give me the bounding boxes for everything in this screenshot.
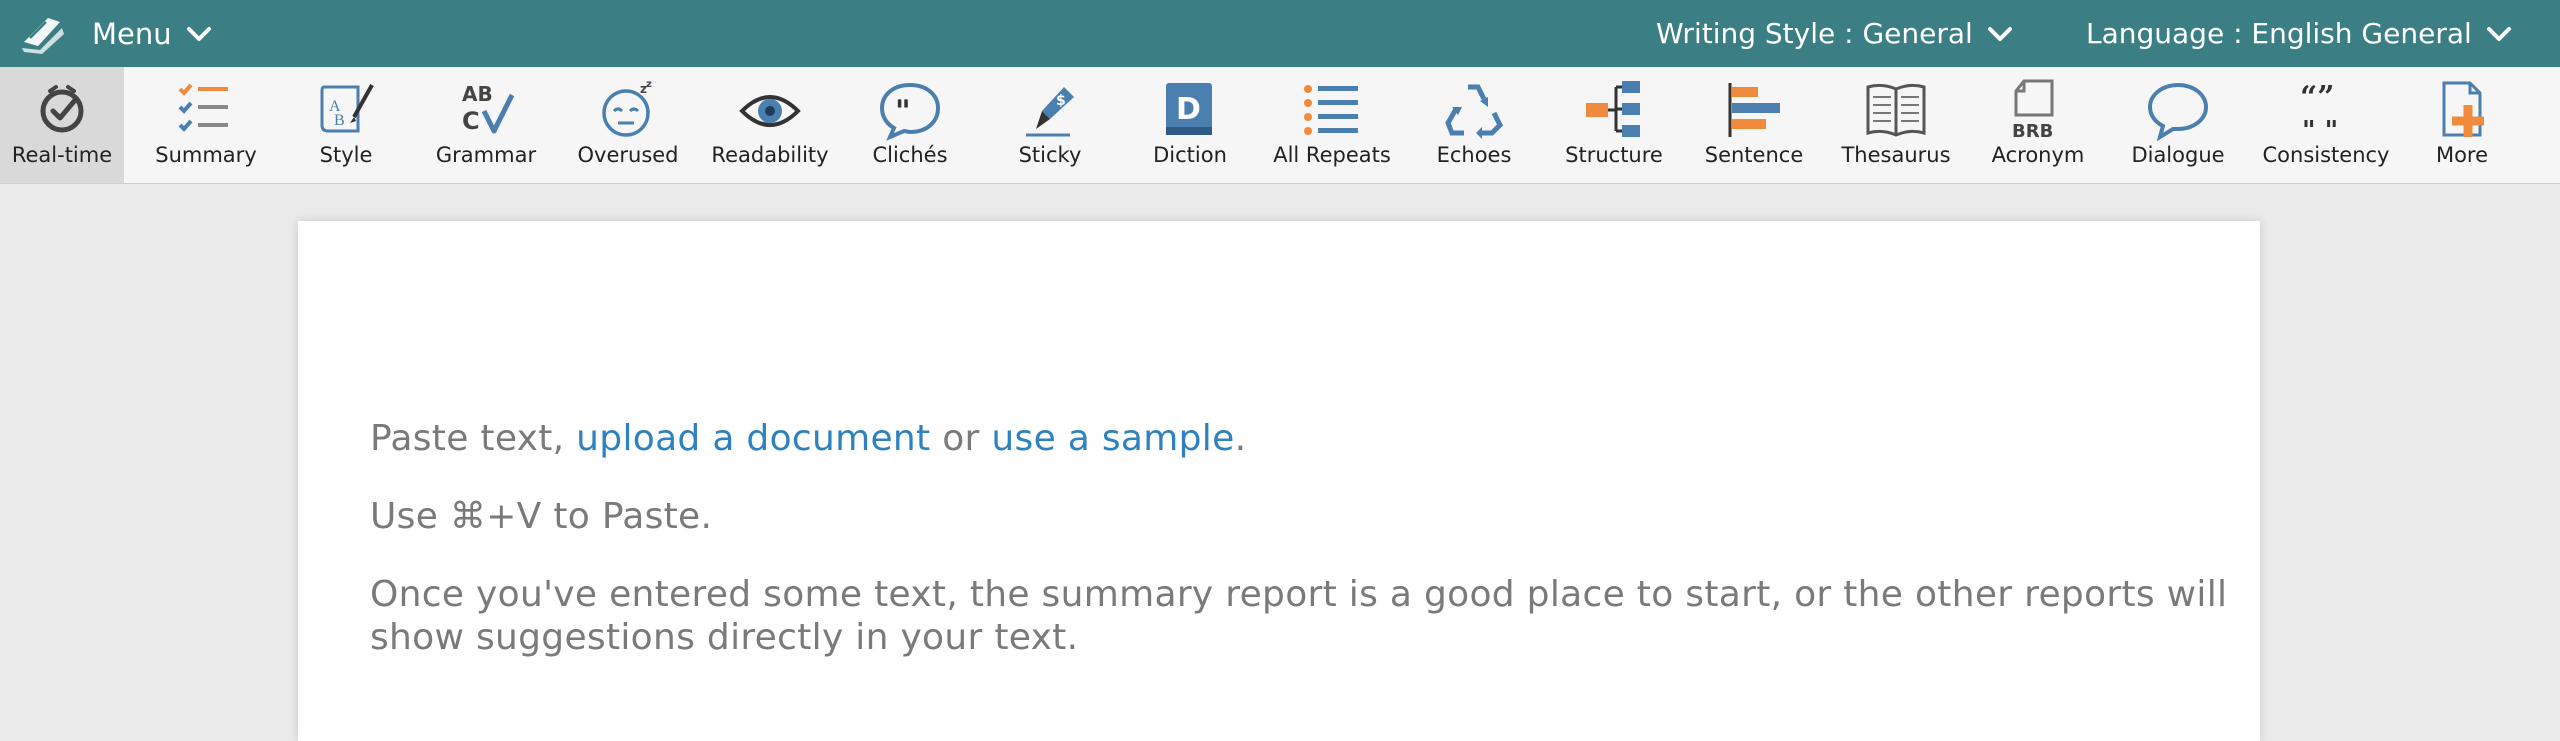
tool-echoes[interactable]: Echoes xyxy=(1412,67,1536,183)
svg-text:z: z xyxy=(646,79,652,90)
echoes-recycle-icon xyxy=(1445,84,1504,139)
tool-label: Readability xyxy=(711,143,829,167)
readability-eye-icon xyxy=(739,95,801,127)
tool-summary[interactable]: Summary xyxy=(144,67,268,183)
tool-diction[interactable]: D Diction xyxy=(1128,67,1252,183)
tool-consistency[interactable]: “” " " Consistency xyxy=(2256,67,2396,183)
more-plus-document-icon xyxy=(2442,81,2484,137)
tool-label: Grammar xyxy=(435,143,537,167)
tool-label: Consistency xyxy=(2262,143,2390,167)
chevron-down-icon xyxy=(1987,26,2012,41)
tool-thesaurus[interactable]: Thesaurus xyxy=(1832,67,1960,183)
realtime-check-icon xyxy=(40,85,84,133)
tool-structure[interactable]: Structure xyxy=(1552,67,1676,183)
acronym-brb-icon: BRB xyxy=(2012,79,2054,141)
writing-style-label: Writing Style : General xyxy=(1656,17,1973,50)
tool-label: Echoes xyxy=(1436,143,1512,167)
report-toolbar: Real-time Summary A B Style AB C Grammar… xyxy=(0,67,2560,184)
tool-grammar[interactable]: AB C Grammar xyxy=(424,67,548,183)
tool-style[interactable]: A B Style xyxy=(284,67,408,183)
paste-instructions: Paste text, upload a document or use a s… xyxy=(370,417,1246,460)
svg-text:“”: “” xyxy=(2300,80,2335,115)
tool-label: All Repeats xyxy=(1273,143,1391,167)
menu-button[interactable]: Menu xyxy=(92,0,212,67)
svg-text:B: B xyxy=(334,112,345,129)
tool-label: Dialogue xyxy=(2131,143,2225,167)
summary-checklist-icon xyxy=(178,83,228,132)
style-scroll-icon: A B xyxy=(320,84,374,133)
svg-text:" ": " " xyxy=(2302,116,2338,141)
tool-overused[interactable]: z z Overused xyxy=(564,67,692,183)
sticky-pen-icon: $ xyxy=(1026,87,1074,137)
tool-label: Diction xyxy=(1153,143,1227,167)
cliches-quote-bubble-icon: " xyxy=(879,82,941,141)
shortcut-hint: Use ⌘+V to Paste. xyxy=(370,496,713,537)
tool-cliches[interactable]: " Clichés xyxy=(848,67,972,183)
svg-text:BRB: BRB xyxy=(2012,121,2053,141)
tool-label: Sticky xyxy=(1018,143,1082,167)
tool-more[interactable]: More xyxy=(2400,67,2524,183)
grammar-abc-icon: AB C xyxy=(462,82,515,135)
tool-label: More xyxy=(2435,143,2489,167)
dialogue-bubble-icon xyxy=(2147,82,2209,141)
tool-dialogue[interactable]: Dialogue xyxy=(2116,67,2240,183)
menu-label: Menu xyxy=(92,16,172,51)
tool-label: Acronym xyxy=(1991,143,2085,167)
tool-label: Style xyxy=(319,143,373,167)
tool-acronym[interactable]: BRB Acronym xyxy=(1976,67,2100,183)
tool-readability[interactable]: Readability xyxy=(708,67,832,183)
or-text: or xyxy=(942,418,980,459)
tool-all-repeats[interactable]: All Repeats xyxy=(1268,67,1396,183)
use-sample-link[interactable]: use a sample xyxy=(991,418,1234,459)
structure-tree-icon xyxy=(1586,81,1640,137)
all-repeats-list-icon xyxy=(1304,85,1358,135)
top-bar: Menu Writing Style : General Language : … xyxy=(0,0,2560,67)
tool-label: Thesaurus xyxy=(1841,143,1951,167)
summary-hint: Once you've entered some text, the summa… xyxy=(370,574,2228,658)
consistency-quotes-icon: “” " " xyxy=(2300,80,2338,141)
language-label: Language : English General xyxy=(2086,17,2472,50)
tool-label: Structure xyxy=(1565,143,1663,167)
tool-label: Summary xyxy=(155,143,257,167)
tool-label: Sentence xyxy=(1704,143,1804,167)
chevron-down-icon xyxy=(186,26,211,41)
period: . xyxy=(1234,418,1247,459)
tool-label: Real-time xyxy=(11,143,113,167)
upload-document-link[interactable]: upload a document xyxy=(576,418,930,459)
svg-text:D: D xyxy=(1176,92,1201,127)
chevron-down-icon xyxy=(2486,26,2511,41)
svg-text:": " xyxy=(895,94,911,129)
tool-label: Clichés xyxy=(872,143,948,167)
overused-sleepy-face-icon: z z xyxy=(602,79,652,137)
svg-text:$: $ xyxy=(1056,93,1066,109)
diction-book-icon: D xyxy=(1166,83,1212,135)
tool-realtime[interactable]: Real-time xyxy=(0,67,124,183)
writing-style-dropdown[interactable]: Writing Style : General xyxy=(1656,0,2013,67)
svg-text:C: C xyxy=(462,107,480,135)
sentence-bars-icon xyxy=(1728,83,1780,137)
tool-sentence[interactable]: Sentence xyxy=(1692,67,1816,183)
thesaurus-open-book-icon xyxy=(1866,83,1926,137)
paste-text: Paste text, xyxy=(370,418,565,459)
app-logo-icon[interactable] xyxy=(18,8,68,58)
tool-sticky[interactable]: $ Sticky xyxy=(988,67,1112,183)
editor-document[interactable]: Paste text, upload a document or use a s… xyxy=(298,221,2260,741)
language-dropdown[interactable]: Language : English General xyxy=(2086,0,2512,67)
tool-label: Overused xyxy=(577,143,679,167)
svg-text:AB: AB xyxy=(462,82,493,106)
